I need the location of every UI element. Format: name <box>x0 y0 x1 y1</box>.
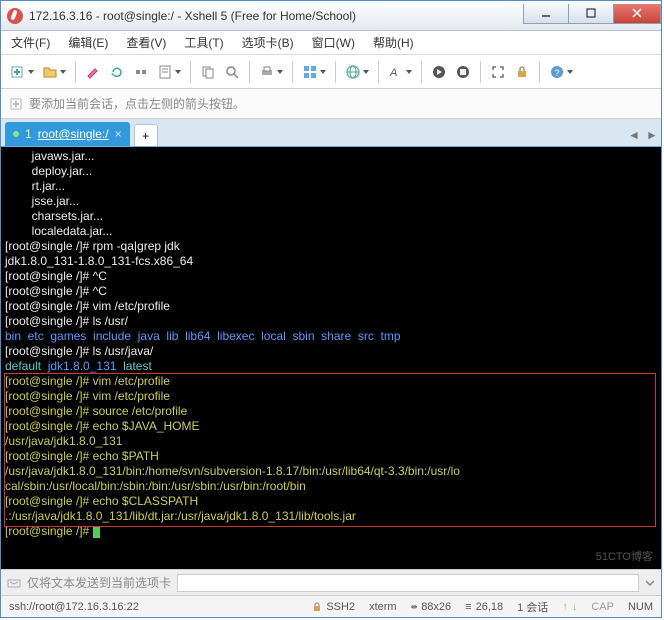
status-sessions: 1 会话 <box>517 599 548 615</box>
title-bar: 172.16.3.16 - root@single:/ - Xshell 5 (… <box>1 1 661 31</box>
font-button[interactable]: A <box>385 60 415 84</box>
hint-text: 要添加当前会话，点击左侧的箭头按钮。 <box>29 95 245 112</box>
find-button[interactable] <box>221 60 243 84</box>
menu-file[interactable]: 文件(F) <box>7 32 54 53</box>
menu-view[interactable]: 查看(V) <box>122 32 170 53</box>
status-cursor: 26,18 <box>476 601 504 613</box>
highlight-button[interactable] <box>82 60 104 84</box>
status-num: NUM <box>628 601 653 613</box>
status-connection: ssh://root@172.16.3.16:22 <box>9 601 139 613</box>
tab-active[interactable]: 1 root@single:/ × <box>5 122 130 146</box>
copy-button[interactable] <box>197 60 219 84</box>
record-button[interactable] <box>452 60 474 84</box>
send-hint: 仅将文本发送到当前选项卡 <box>27 574 171 591</box>
maximize-button[interactable] <box>568 4 614 24</box>
print-button[interactable] <box>256 60 286 84</box>
script-button[interactable] <box>428 60 450 84</box>
watermark: 51CTO博客 <box>596 550 653 565</box>
highlight-box <box>4 373 656 527</box>
new-session-button[interactable] <box>7 60 37 84</box>
menu-tools[interactable]: 工具(T) <box>180 32 227 53</box>
disconnect-button[interactable] <box>130 60 152 84</box>
window-title: 172.16.3.16 - root@single:/ - Xshell 5 (… <box>29 9 524 23</box>
tab-next-button[interactable]: ► <box>643 124 661 146</box>
tab-label: root@single:/ <box>38 127 109 141</box>
encoding-button[interactable] <box>342 60 372 84</box>
minimize-button[interactable] <box>523 4 569 24</box>
menu-bar: 文件(F) 编辑(E) 查看(V) 工具(T) 选项卡(B) 窗口(W) 帮助(… <box>1 31 661 55</box>
add-tab-button[interactable]: + <box>134 124 158 146</box>
tab-index: 1 <box>25 127 32 141</box>
send-icon[interactable] <box>7 576 21 590</box>
lock-button[interactable] <box>511 60 533 84</box>
status-proto: SSH2 <box>326 601 355 613</box>
status-bar: ssh://root@172.16.3.16:22 SSH2 xterm ⇹88… <box>1 595 661 617</box>
tab-status-icon <box>13 131 19 137</box>
properties-button[interactable] <box>154 60 184 84</box>
menu-tab[interactable]: 选项卡(B) <box>238 32 298 53</box>
reconnect-button[interactable] <box>106 60 128 84</box>
send-input[interactable] <box>177 574 639 592</box>
layout-button[interactable] <box>299 60 329 84</box>
toolbar: A ? <box>1 55 661 89</box>
close-button[interactable] <box>613 4 661 24</box>
open-button[interactable] <box>39 60 69 84</box>
tab-prev-button[interactable]: ◄ <box>625 124 643 146</box>
menu-window[interactable]: 窗口(W) <box>308 32 359 53</box>
lock-icon <box>312 602 322 612</box>
menu-help[interactable]: 帮助(H) <box>369 32 418 53</box>
fullscreen-button[interactable] <box>487 60 509 84</box>
send-dropdown-icon[interactable] <box>645 578 655 588</box>
terminal[interactable]: javaws.jar... deploy.jar... rt.jar... js… <box>1 147 661 569</box>
cursor <box>93 526 100 538</box>
help-button[interactable]: ? <box>546 60 576 84</box>
tab-bar: 1 root@single:/ × + ◄ ► <box>1 119 661 147</box>
add-session-icon[interactable] <box>9 97 23 111</box>
status-caps: CAP <box>591 601 614 613</box>
app-icon <box>7 8 23 24</box>
menu-edit[interactable]: 编辑(E) <box>64 32 112 53</box>
status-size: 88x26 <box>421 601 451 613</box>
status-term: xterm <box>369 601 397 613</box>
svg-text:A: A <box>389 67 397 79</box>
hint-bar: 要添加当前会话，点击左侧的箭头按钮。 <box>1 89 661 119</box>
send-bar: 仅将文本发送到当前选项卡 <box>1 569 661 595</box>
tab-close-icon[interactable]: × <box>115 127 122 141</box>
svg-text:?: ? <box>555 68 560 78</box>
